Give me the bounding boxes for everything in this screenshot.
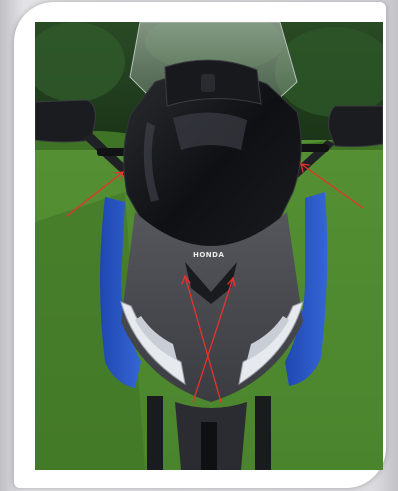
scooter-photo xyxy=(35,22,383,470)
left-mirror xyxy=(35,99,96,143)
right-mirror xyxy=(328,105,383,148)
